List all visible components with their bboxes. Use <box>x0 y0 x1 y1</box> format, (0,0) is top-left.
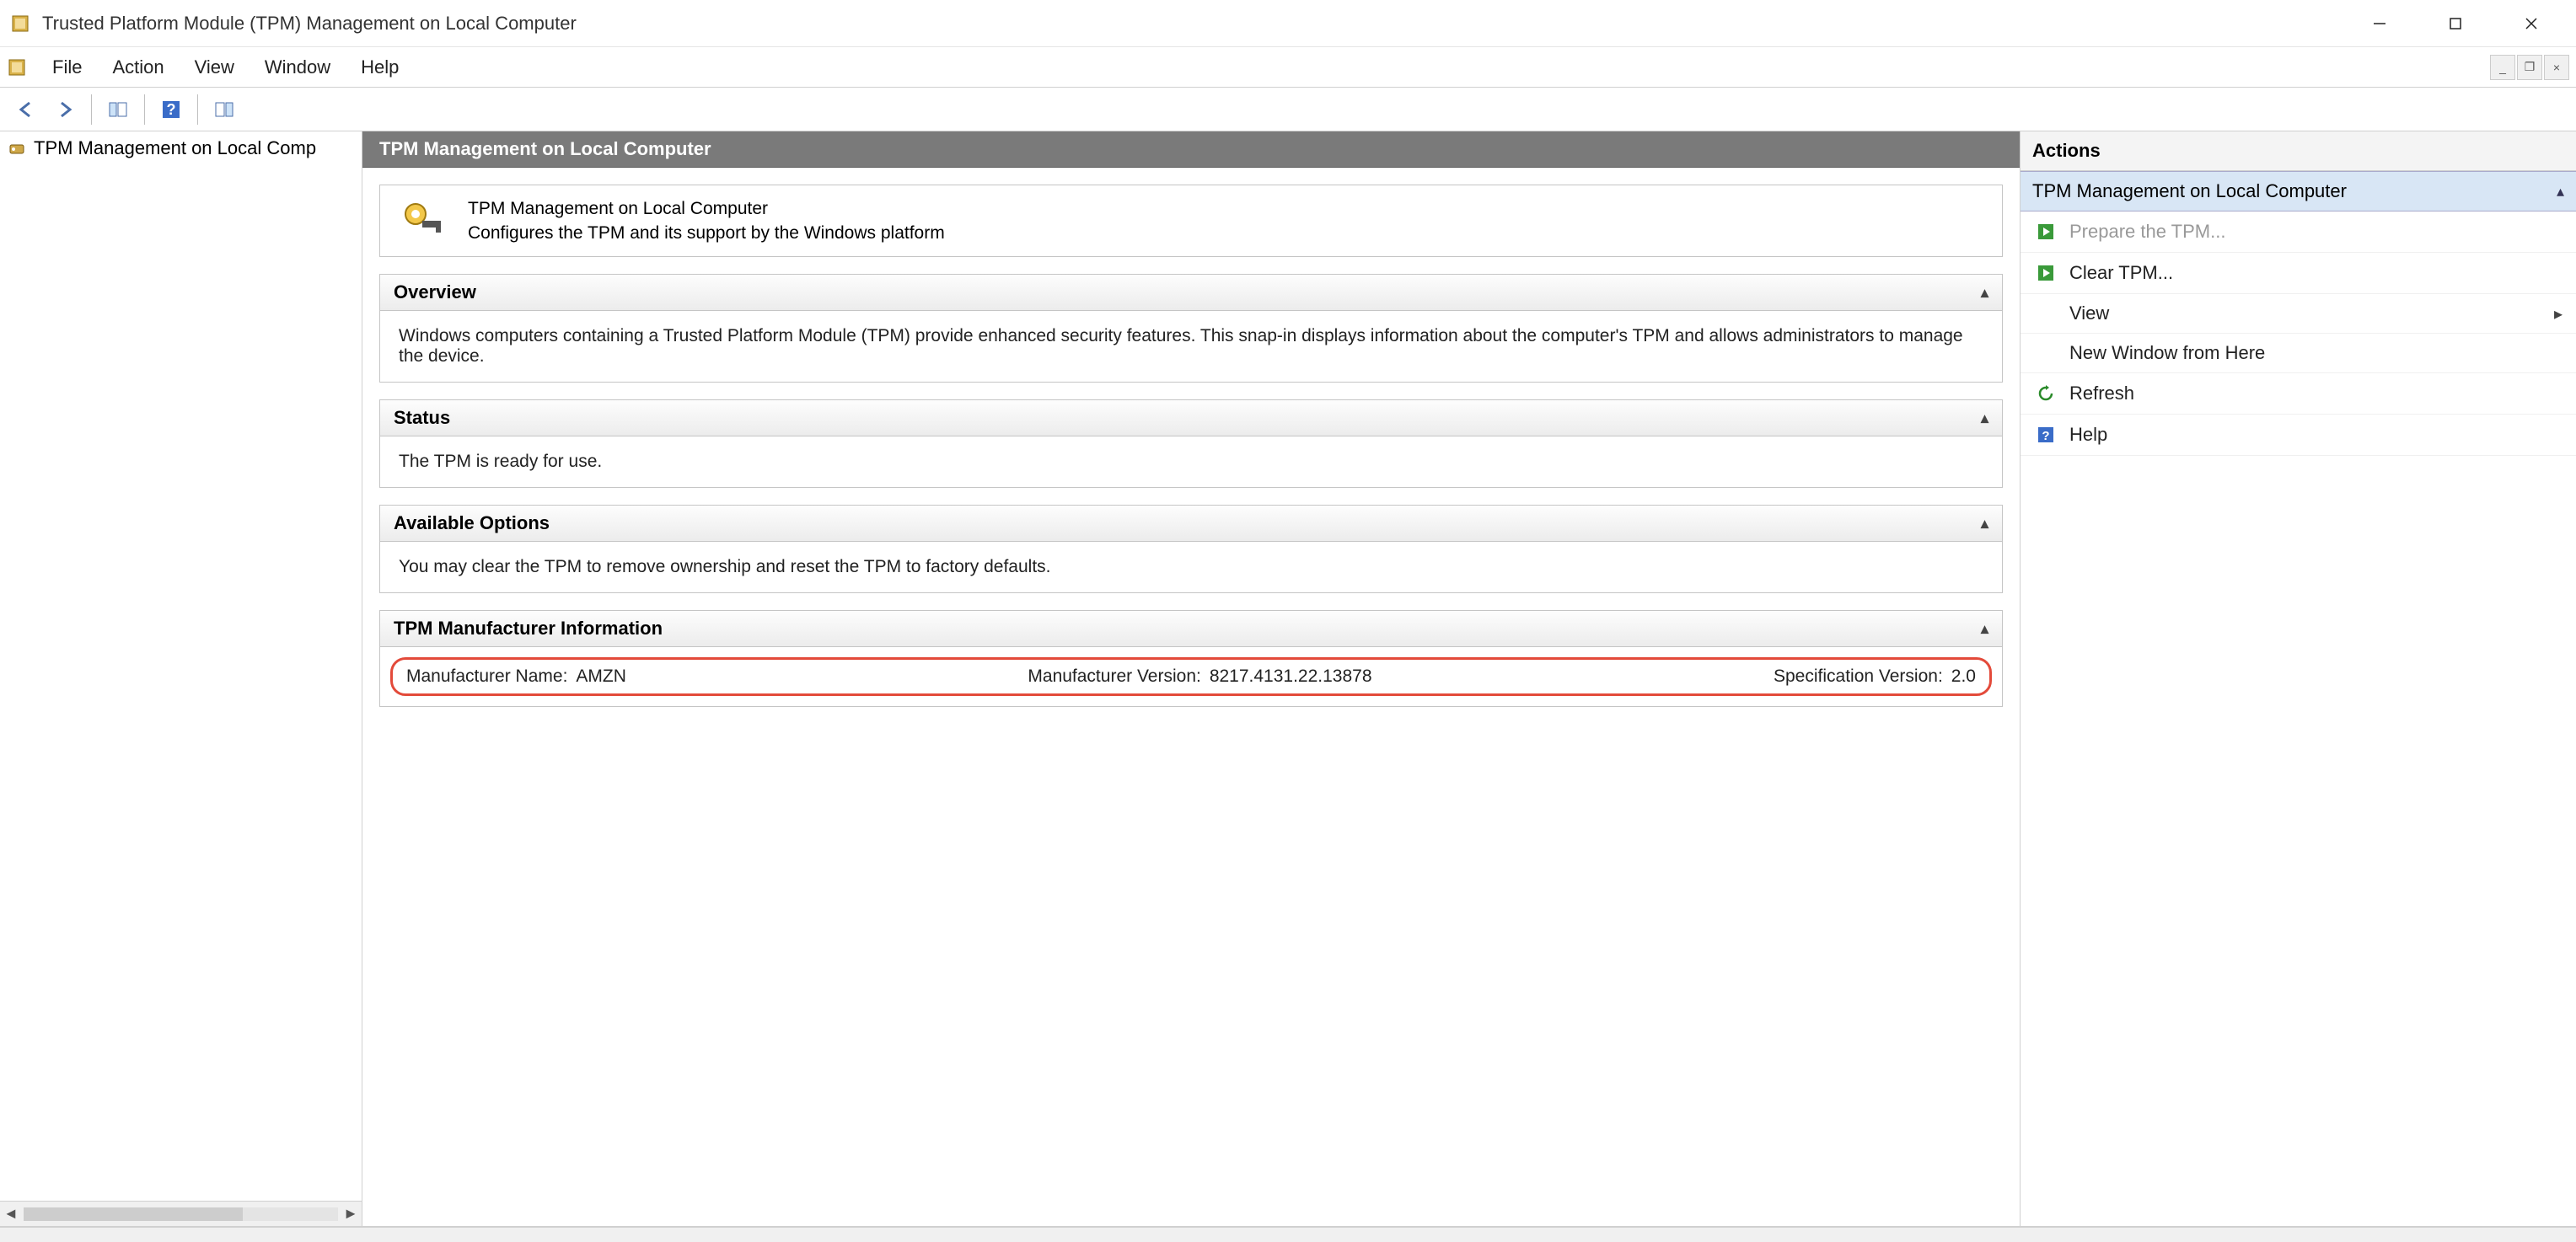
action-label: Help <box>2069 424 2107 446</box>
section-options-body: You may clear the TPM to remove ownershi… <box>380 542 2002 592</box>
window-maximize-button[interactable] <box>2418 0 2493 47</box>
section-options-header[interactable]: Available Options ▴ <box>380 506 2002 542</box>
mfr-name-label: Manufacturer Name: <box>406 667 567 687</box>
tpm-key-icon <box>397 195 448 246</box>
details-pane: TPM Management on Local Computer TPM Man… <box>362 131 2020 1226</box>
mdi-minimize-button[interactable]: _ <box>2490 55 2515 80</box>
menu-file[interactable]: File <box>37 51 97 83</box>
description-block: TPM Management on Local Computer Configu… <box>379 185 2003 257</box>
manufacturer-row-highlighted: Manufacturer Name: AMZN Manufacturer Ver… <box>390 657 1992 696</box>
collapse-icon: ▴ <box>1981 410 1988 427</box>
svg-text:?: ? <box>167 101 176 118</box>
statusbar <box>0 1227 2576 1242</box>
tree-node-label: TPM Management on Local Comp <box>34 137 316 159</box>
chevron-right-icon: ▸ <box>2554 303 2563 324</box>
section-title: TPM Manufacturer Information <box>394 618 663 640</box>
spec-version-label: Specification Version: <box>1774 667 1943 687</box>
action-label: New Window from Here <box>2069 342 2265 364</box>
section-title: Overview <box>394 281 476 303</box>
action-label: View <box>2069 302 2109 324</box>
nav-forward-button[interactable] <box>47 92 83 127</box>
section-available-options: Available Options ▴ You may clear the TP… <box>379 505 2003 593</box>
action-label: Refresh <box>2069 383 2134 404</box>
mfr-name-value: AMZN <box>576 667 626 687</box>
mdi-close-button[interactable]: × <box>2544 55 2569 80</box>
collapse-icon: ▴ <box>1981 515 1988 533</box>
section-overview: Overview ▴ Windows computers containing … <box>379 274 2003 383</box>
action-prepare-tpm: Prepare the TPM... <box>2021 211 2576 253</box>
description-subtitle: Configures the TPM and its support by th… <box>468 221 945 245</box>
menu-window[interactable]: Window <box>250 51 346 83</box>
scroll-right-icon[interactable]: ► <box>343 1205 358 1223</box>
help-button[interactable]: ? <box>153 92 189 127</box>
action-clear-tpm[interactable]: Clear TPM... <box>2021 253 2576 294</box>
nav-back-button[interactable] <box>8 92 44 127</box>
action-view-submenu[interactable]: View ▸ <box>2021 294 2576 334</box>
collapse-icon: ▴ <box>1981 620 1988 638</box>
toolbar-separator <box>144 94 145 125</box>
action-label: Prepare the TPM... <box>2069 221 2225 243</box>
titlebar: Trusted Platform Module (TPM) Management… <box>0 0 2576 47</box>
mfr-version-label: Manufacturer Version: <box>1028 667 1200 687</box>
collapse-icon: ▴ <box>1981 284 1988 302</box>
arrow-right-green-icon <box>2034 220 2058 244</box>
svg-text:?: ? <box>2042 429 2049 443</box>
action-help[interactable]: ? Help <box>2021 415 2576 456</box>
section-status-header[interactable]: Status ▴ <box>380 400 2002 436</box>
toolbar-separator <box>91 94 92 125</box>
tree-node-tpm-management[interactable]: TPM Management on Local Comp <box>0 131 362 165</box>
section-status: Status ▴ The TPM is ready for use. <box>379 399 2003 488</box>
app-icon <box>7 10 34 37</box>
actions-group-label: TPM Management on Local Computer <box>2032 180 2347 202</box>
section-title: Status <box>394 407 450 429</box>
section-overview-header[interactable]: Overview ▴ <box>380 275 2002 311</box>
menu-action[interactable]: Action <box>97 51 179 83</box>
spec-version-value: 2.0 <box>1951 667 1976 687</box>
console-tree-pane: TPM Management on Local Comp ◄ ► <box>0 131 362 1226</box>
actions-pane-title: Actions <box>2021 131 2576 171</box>
action-new-window[interactable]: New Window from Here <box>2021 334 2576 373</box>
menu-view[interactable]: View <box>180 51 250 83</box>
mmc-icon <box>3 54 30 81</box>
arrow-right-green-icon <box>2034 261 2058 285</box>
window-title: Trusted Platform Module (TPM) Management… <box>42 13 577 35</box>
details-header: TPM Management on Local Computer <box>362 131 2020 168</box>
section-manufacturer-info: TPM Manufacturer Information ▴ Manufactu… <box>379 610 2003 707</box>
tree-horizontal-scrollbar[interactable]: ◄ ► <box>0 1201 362 1226</box>
scroll-left-icon[interactable]: ◄ <box>3 1205 19 1223</box>
actions-group-header[interactable]: TPM Management on Local Computer ▴ <box>2021 171 2576 211</box>
show-hide-tree-button[interactable] <box>100 92 136 127</box>
show-hide-action-pane-button[interactable] <box>207 92 242 127</box>
section-overview-body: Windows computers containing a Trusted P… <box>380 311 2002 382</box>
tpm-node-icon <box>5 137 29 160</box>
collapse-icon: ▴ <box>2557 183 2564 201</box>
menubar: File Action View Window Help _ ❐ × <box>0 47 2576 88</box>
menu-help[interactable]: Help <box>346 51 414 83</box>
section-title: Available Options <box>394 512 550 534</box>
refresh-icon <box>2034 382 2058 405</box>
toolbar-separator <box>197 94 198 125</box>
window-close-button[interactable] <box>2493 0 2569 47</box>
actions-pane: Actions TPM Management on Local Computer… <box>2020 131 2576 1226</box>
section-mfr-header[interactable]: TPM Manufacturer Information ▴ <box>380 611 2002 647</box>
action-refresh[interactable]: Refresh <box>2021 373 2576 415</box>
toolbar: ? <box>0 88 2576 131</box>
window-minimize-button[interactable] <box>2342 0 2418 47</box>
mfr-version-value: 8217.4131.22.13878 <box>1210 667 1372 687</box>
mdi-restore-button[interactable]: ❐ <box>2517 55 2542 80</box>
section-status-body: The TPM is ready for use. <box>380 436 2002 487</box>
workarea: TPM Management on Local Comp ◄ ► TPM Man… <box>0 131 2576 1227</box>
help-icon: ? <box>2034 423 2058 447</box>
action-label: Clear TPM... <box>2069 262 2173 284</box>
description-title: TPM Management on Local Computer <box>468 196 945 221</box>
